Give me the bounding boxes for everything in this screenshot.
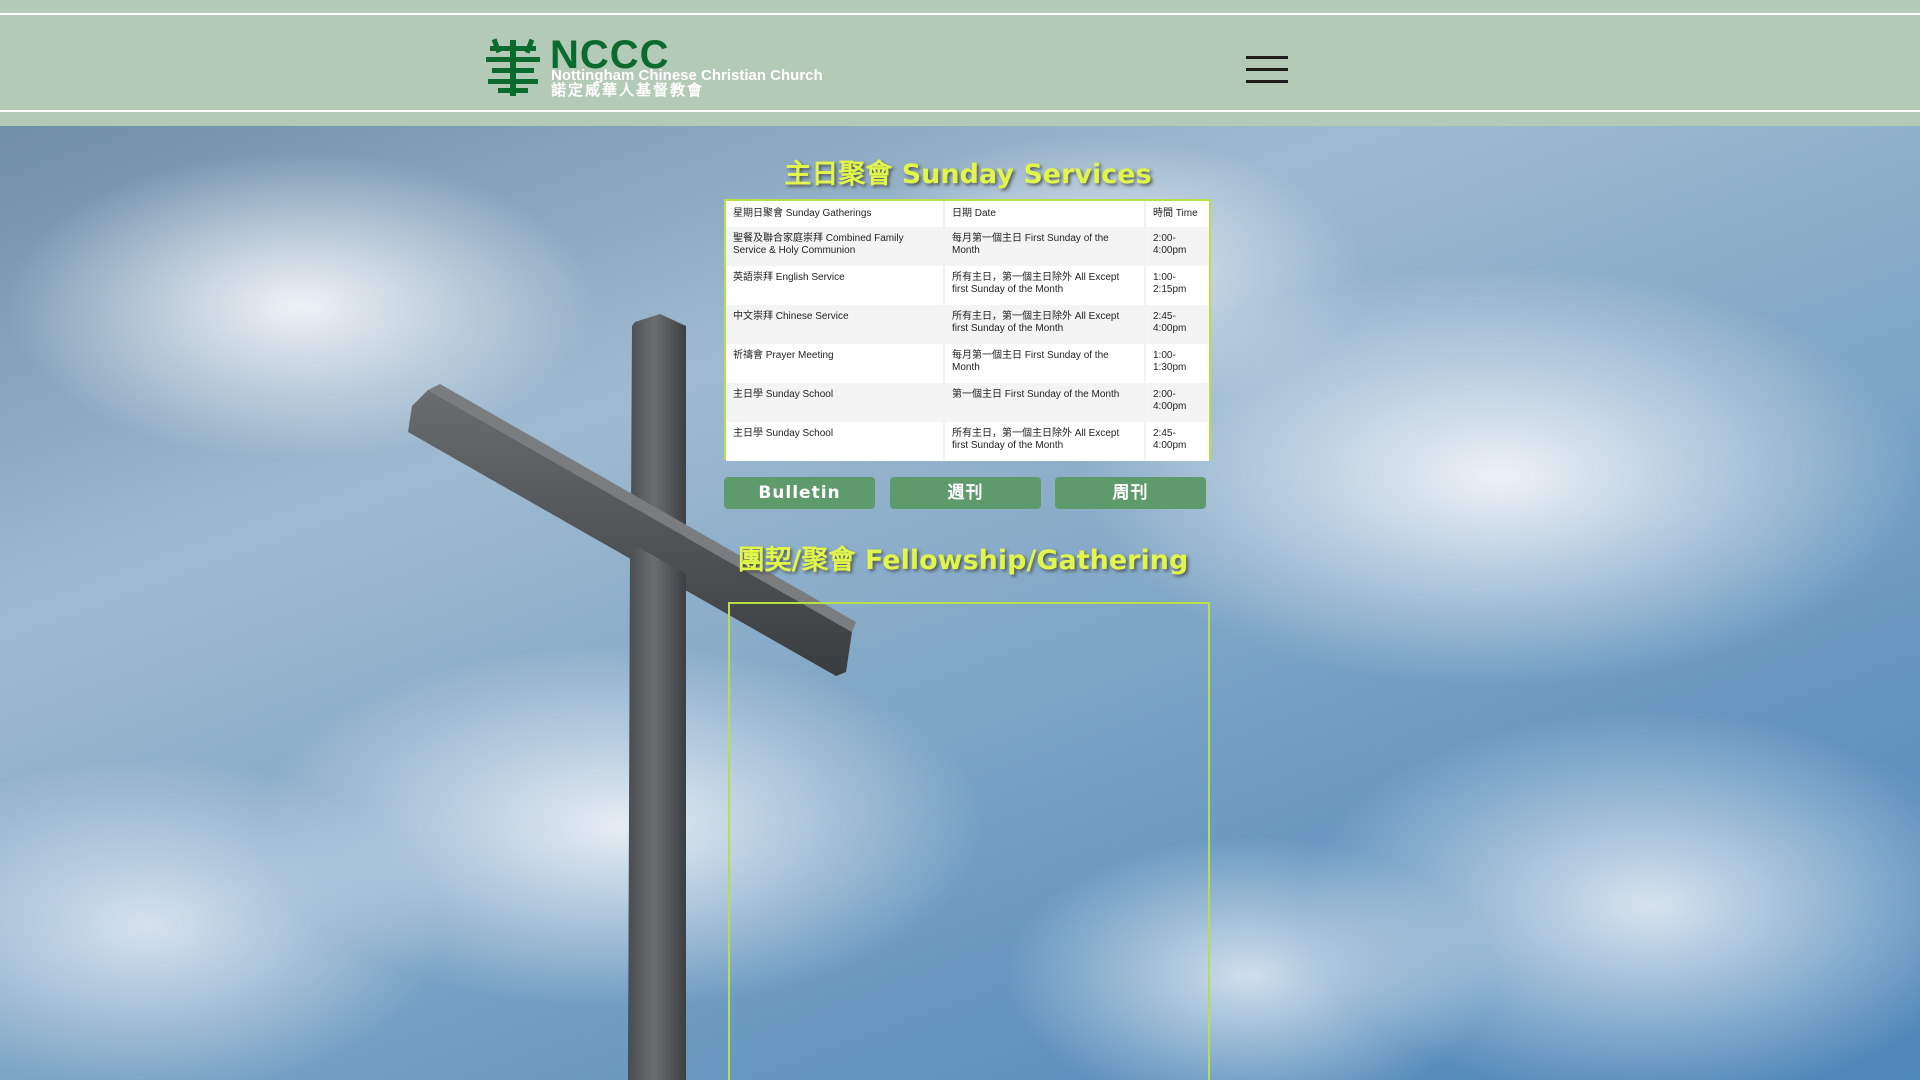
cell-time: 1:00-2:15pm <box>1145 266 1209 305</box>
header-divider-bottom <box>0 110 1920 112</box>
cell-time: 2:45-4:00pm <box>1145 422 1209 461</box>
cell-gathering: 主日學 Sunday School <box>726 422 945 461</box>
cell-gathering: 英語崇拜 English Service <box>726 266 945 305</box>
menu-bar <box>1246 56 1288 59</box>
cell-gathering: 聖餐及聯合家庭崇拜 Combined Family Service & Holy… <box>726 227 945 266</box>
site-header: NCCC Nottingham Chinese Christian Church… <box>0 0 1920 126</box>
column-header-date: 日期 Date <box>944 201 1146 227</box>
table-row: 英語崇拜 English Service 所有主日，第一個主日除外 All Ex… <box>726 266 1209 305</box>
cell-date: 所有主日，第一個主日除外 All Except first Sunday of … <box>944 305 1146 344</box>
cell-gathering: 祈禱會 Prayer Meeting <box>726 344 945 383</box>
column-header-gatherings: 星期日聚會 Sunday Gatherings <box>726 201 945 227</box>
header-divider-top <box>0 13 1920 15</box>
table-row: 祈禱會 Prayer Meeting 每月第一個主日 First Sunday … <box>726 344 1209 383</box>
table-row: 主日學 Sunday School 第一個主日 First Sunday of … <box>726 383 1209 422</box>
cell-time: 1:00-1:30pm <box>1145 344 1209 383</box>
table-header-row: 星期日聚會 Sunday Gatherings 日期 Date 時間 Time <box>726 201 1209 227</box>
cell-date: 所有主日，第一個主日除外 All Except first Sunday of … <box>944 422 1146 461</box>
cell-time: 2:00-4:00pm <box>1145 227 1209 266</box>
sunday-services-title: 主日聚會 Sunday Services <box>784 159 1152 190</box>
table-row: 中文崇拜 Chinese Service 所有主日，第一個主日除外 All Ex… <box>726 305 1209 344</box>
bulletin-button[interactable]: Bulletin <box>724 477 875 509</box>
services-table: 星期日聚會 Sunday Gatherings 日期 Date 時間 Time … <box>724 199 1211 461</box>
menu-bar <box>1246 68 1288 71</box>
menu-bar <box>1246 80 1288 83</box>
logo-name-chinese: 諾定咸華人基督教會 <box>551 82 705 99</box>
cell-date: 所有主日，第一個主日除外 All Except first Sunday of … <box>944 266 1146 305</box>
site-logo[interactable]: NCCC Nottingham Chinese Christian Church… <box>484 33 864 104</box>
cell-gathering: 中文崇拜 Chinese Service <box>726 305 945 344</box>
tree-icon <box>486 38 540 96</box>
cell-time: 2:45-4:00pm <box>1145 305 1209 344</box>
cell-date: 每月第一個主日 First Sunday of the Month <box>944 227 1146 266</box>
column-header-time: 時間 Time <box>1145 201 1209 227</box>
fellowship-frame <box>728 602 1210 1080</box>
bulletin-simplified-button[interactable]: 周刊 <box>1055 477 1206 509</box>
table-row: 主日學 Sunday School 所有主日，第一個主日除外 All Excep… <box>726 422 1209 461</box>
fellowship-title: 團契/聚會 Fellowship/Gathering <box>737 545 1189 576</box>
cell-date: 每月第一個主日 First Sunday of the Month <box>944 344 1146 383</box>
bulletin-traditional-button[interactable]: 週刊 <box>890 477 1041 509</box>
cell-time: 2:00-4:00pm <box>1145 383 1209 422</box>
hamburger-menu-icon[interactable] <box>1246 56 1288 86</box>
cell-gathering: 主日學 Sunday School <box>726 383 945 422</box>
cell-date: 第一個主日 First Sunday of the Month <box>944 383 1146 422</box>
table-row: 聖餐及聯合家庭崇拜 Combined Family Service & Holy… <box>726 227 1209 266</box>
